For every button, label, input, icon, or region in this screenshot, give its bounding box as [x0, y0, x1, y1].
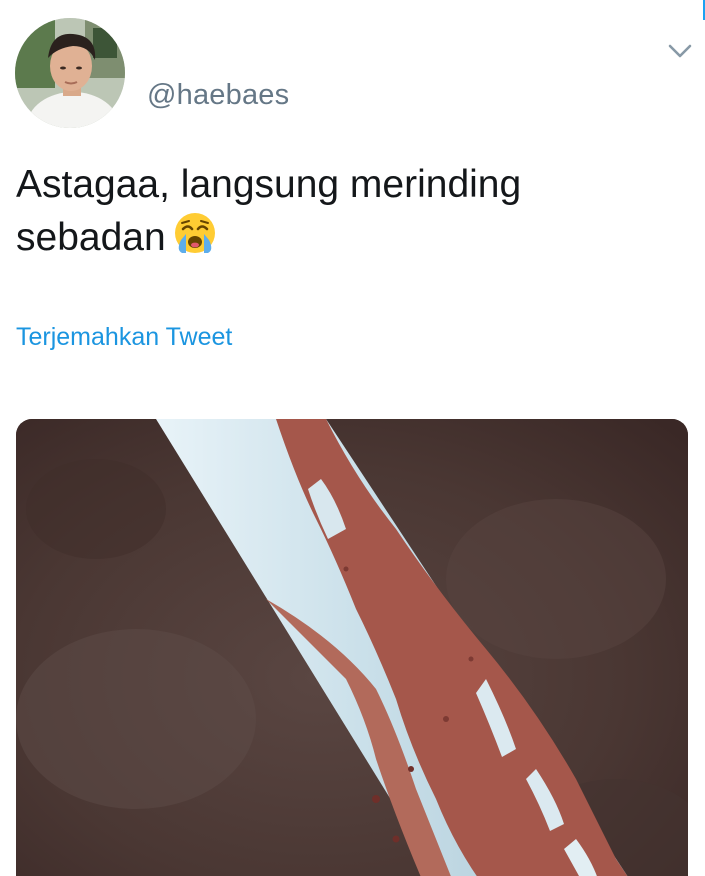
- tweet-header: @haebaes: [15, 18, 695, 130]
- chevron-down-icon[interactable]: [665, 36, 695, 66]
- tweet-text-content: Astagaa, langsung merinding sebadan: [16, 163, 522, 259]
- avatar-image: [15, 18, 125, 128]
- translate-tweet-link[interactable]: Terjemahkan Tweet: [16, 323, 232, 352]
- loudly-crying-face-icon: [172, 210, 218, 256]
- tweet-media[interactable]: [16, 419, 688, 876]
- avatar[interactable]: [15, 18, 125, 128]
- tweet-card: @haebaes Astagaa, langsung merinding seb…: [0, 0, 705, 876]
- author-handle[interactable]: @haebaes: [147, 79, 289, 112]
- tweet-text: Astagaa, langsung merinding sebadan: [16, 160, 656, 263]
- media-video-still: [16, 419, 688, 876]
